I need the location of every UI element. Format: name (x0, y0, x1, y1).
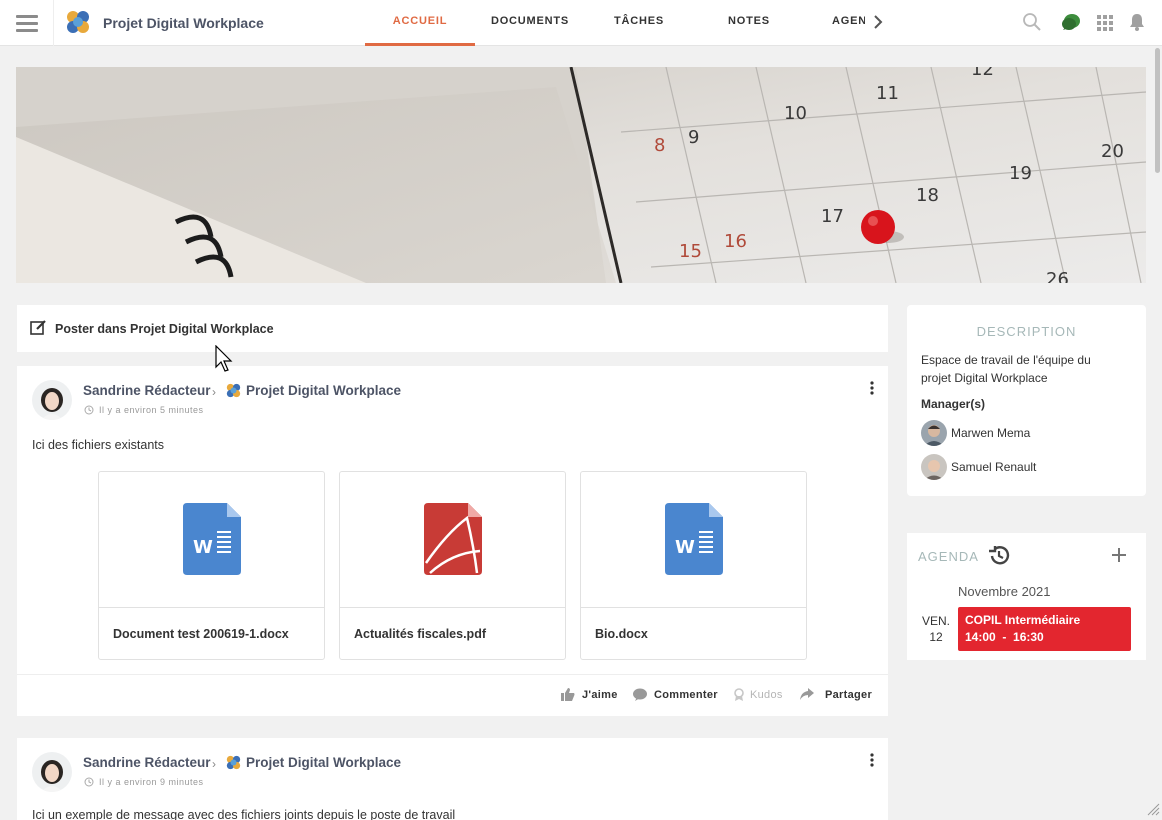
post-actions-bar: J'aime Commenter Kudos Partager (17, 674, 888, 716)
post-space-link[interactable]: Projet Digital Workplace (246, 383, 401, 398)
post-message: Ici des fichiers existants (32, 438, 164, 452)
file-name: Bio.docx (595, 627, 648, 641)
manager-avatar[interactable] (921, 420, 947, 446)
banner-day-10: 10 (784, 103, 807, 124)
activity-post: Sandrine Rédacteur › Projet Digital Work… (17, 738, 888, 820)
space-banner-image: 12 8 9 10 11 20 19 18 17 15 16 26 (16, 67, 1146, 283)
agenda-month: Novembre 2021 (958, 584, 1051, 599)
resize-grip-icon[interactable] (1144, 800, 1160, 816)
space-logo[interactable] (64, 8, 92, 36)
svg-text:W: W (193, 537, 213, 558)
svg-text:W: W (675, 537, 695, 558)
breadcrumb-separator: › (212, 757, 216, 771)
post-timestamp: Il y a environ 5 minutes (99, 405, 204, 415)
activity-post: Sandrine Rédacteur › Projet Digital Work… (17, 366, 888, 716)
edit-icon (30, 320, 46, 335)
like-button[interactable]: J'aime (582, 689, 618, 701)
file-preview (340, 472, 565, 608)
word-document-icon: W (665, 503, 723, 575)
event-time: 14:00 - 16:30 (965, 630, 1044, 644)
comment-button[interactable]: Commenter (654, 689, 718, 701)
file-preview: W (99, 472, 324, 608)
breadcrumb-separator: › (212, 385, 216, 399)
file-card-bio[interactable]: W Bio.docx (580, 471, 807, 660)
author-avatar[interactable] (32, 380, 72, 420)
pdf-document-icon (424, 503, 482, 575)
chevron-right-icon[interactable] (868, 12, 888, 32)
banner-day-16: 16 (724, 231, 747, 252)
top-bar: Projet Digital Workplace ACCUEIL DOCUMEN… (0, 0, 1162, 46)
post-author[interactable]: Sandrine Rédacteur (83, 383, 211, 398)
banner-day-11: 11 (876, 83, 899, 104)
agenda-card: AGENDA Novembre 2021 VEN. 12 COPIL Inter… (907, 533, 1146, 660)
space-tabs: ACCUEIL DOCUMENTS TÂCHES NOTES AGENDA (365, 0, 865, 46)
post-message: Ici un exemple de message avec des fichi… (32, 808, 456, 820)
description-card: DESCRIPTION Espace de travail de l'équip… (907, 305, 1146, 496)
manager-name[interactable]: Marwen Mema (951, 426, 1030, 440)
agenda-event[interactable]: COPIL Intermédiaire 14:00 - 16:30 (958, 607, 1131, 651)
post-space-link[interactable]: Projet Digital Workplace (246, 755, 401, 770)
file-card-document-test[interactable]: W Document test 200619-1.docx (98, 471, 325, 660)
agenda-day-name: VEN. (921, 614, 950, 628)
share-icon[interactable] (800, 688, 814, 701)
more-options-icon[interactable] (867, 381, 877, 395)
clock-icon (84, 405, 94, 415)
event-title: COPIL Intermédiaire (965, 613, 1081, 627)
banner-day-26: 26 (1046, 269, 1069, 283)
word-document-icon: W (183, 503, 241, 575)
manager-name[interactable]: Samuel Renault (951, 460, 1036, 474)
tab-agenda[interactable]: AGENDA (832, 0, 865, 46)
file-card-actualites-fiscales[interactable]: Actualités fiscales.pdf (339, 471, 566, 660)
tab-notes[interactable]: NOTES (693, 0, 805, 46)
clock-icon (84, 777, 94, 787)
file-preview: W (581, 472, 806, 608)
history-icon[interactable] (987, 544, 1010, 567)
composer-label: Poster dans Projet Digital Workplace (55, 322, 274, 336)
description-text: Espace de travail de l'équipe du projet … (921, 353, 1091, 385)
file-name: Actualités fiscales.pdf (354, 627, 486, 641)
post-timestamp: Il y a environ 9 minutes (99, 777, 204, 787)
agenda-day-number: 12 (929, 630, 943, 644)
post-composer[interactable]: Poster dans Projet Digital Workplace (17, 305, 888, 352)
banner-day-20: 20 (1101, 141, 1124, 162)
apps-grid-icon[interactable] (1095, 11, 1115, 33)
banner-day-9: 9 (688, 127, 699, 148)
scrollbar-thumb[interactable] (1155, 48, 1160, 173)
post-author[interactable]: Sandrine Rédacteur (83, 755, 211, 770)
comment-icon[interactable] (633, 688, 647, 701)
search-icon[interactable] (1022, 11, 1042, 33)
banner-day-15: 15 (679, 241, 702, 262)
thumbs-up-icon[interactable] (561, 688, 575, 701)
notifications-bell-icon[interactable] (1127, 11, 1147, 33)
space-logo (226, 383, 241, 398)
banner-day-8: 8 (654, 135, 665, 156)
space-logo (226, 755, 241, 770)
manager-avatar[interactable] (921, 454, 947, 480)
banner-day-18: 18 (916, 185, 939, 206)
menu-icon[interactable] (0, 0, 54, 46)
author-avatar[interactable] (32, 752, 72, 792)
description-title: DESCRIPTION (976, 324, 1077, 339)
page-scrollbar[interactable] (1152, 46, 1162, 820)
banner-day-12: 12 (971, 67, 994, 80)
share-button[interactable]: Partager (825, 689, 872, 701)
agenda-title: AGENDA (918, 549, 979, 564)
file-name: Document test 200619-1.docx (113, 627, 289, 641)
agenda-day: VEN. 12 (921, 613, 951, 645)
tab-accueil[interactable]: ACCUEIL (365, 0, 475, 46)
add-event-icon[interactable] (1110, 546, 1128, 564)
chat-icon[interactable] (1061, 11, 1081, 33)
managers-label: Manager(s) (921, 397, 986, 411)
more-options-icon[interactable] (867, 753, 877, 767)
kudos-icon[interactable] (732, 688, 746, 701)
kudos-button[interactable]: Kudos (750, 689, 783, 701)
mouse-cursor-icon (215, 345, 233, 372)
banner-day-17: 17 (821, 206, 844, 227)
tab-taches[interactable]: TÂCHES (585, 0, 693, 46)
banner-day-19: 19 (1009, 163, 1032, 184)
tab-documents[interactable]: DOCUMENTS (475, 0, 585, 46)
space-title[interactable]: Projet Digital Workplace (103, 15, 264, 31)
